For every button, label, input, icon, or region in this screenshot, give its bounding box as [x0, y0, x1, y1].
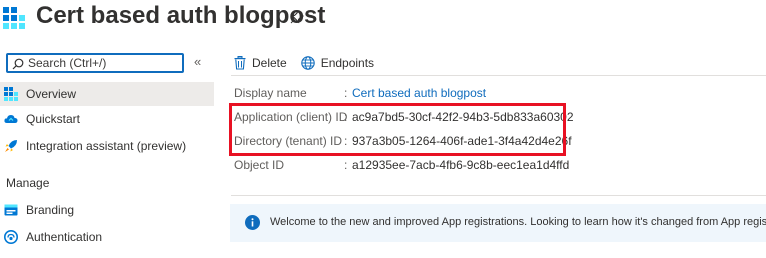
- sidebar-item-label: Overview: [26, 87, 77, 101]
- sidebar-item-label: Branding: [26, 203, 75, 217]
- sidebar-item-authentication[interactable]: Authentication: [0, 225, 214, 249]
- app-registration-icon: [3, 7, 25, 29]
- endpoints-label: Endpoints: [320, 56, 375, 70]
- endpoints-button[interactable]: Endpoints: [300, 56, 375, 70]
- trash-icon: [234, 56, 246, 70]
- essentials-key: Object ID: [234, 158, 285, 172]
- sidebar-item-label: Integration assistant (preview): [26, 139, 187, 153]
- pin-icon[interactable]: [289, 9, 305, 25]
- delete-label: Delete: [252, 56, 287, 70]
- rocket-icon: [5, 140, 17, 152]
- branding-icon: [4, 204, 18, 216]
- sidebar-item-branding[interactable]: Branding: [0, 198, 214, 222]
- display-name-link[interactable]: Cert based auth blogpost: [352, 86, 486, 100]
- object-id-value[interactable]: a12935ee-7acb-4fb6-9c8b-eec1ea1d4ffd: [352, 158, 569, 172]
- essentials-divider: [231, 195, 766, 196]
- sidebar-item-label: Authentication: [26, 230, 103, 244]
- search-box[interactable]: [6, 53, 184, 73]
- essentials-separator: :: [344, 86, 348, 100]
- manage-section-label: Manage: [6, 176, 50, 190]
- page-header: Cert based auth blogpost: [0, 0, 766, 40]
- highlight-annotation-box: [229, 103, 566, 156]
- sidebar-item-label: Quickstart: [26, 112, 81, 126]
- search-input[interactable]: [28, 55, 178, 71]
- overview-grid-icon: [4, 87, 18, 101]
- toolbar-divider: [231, 75, 766, 76]
- authentication-icon: [4, 230, 18, 244]
- info-icon: [245, 215, 260, 230]
- sidebar-item-overview[interactable]: Overview: [0, 82, 214, 106]
- quickstart-cloud-icon: [4, 115, 18, 123]
- essentials-separator: :: [344, 158, 348, 172]
- sidebar-item-integration-assistant[interactable]: Integration assistant (preview): [0, 134, 214, 158]
- essentials-key: Display name: [234, 86, 307, 100]
- sidebar: « Overview Quickstart Integration assist…: [0, 48, 216, 258]
- command-bar: Delete Endpoints: [234, 53, 388, 73]
- globe-icon: [300, 56, 315, 70]
- page-title: Cert based auth blogpost: [36, 2, 326, 29]
- sidebar-item-quickstart[interactable]: Quickstart: [0, 107, 214, 131]
- collapse-sidebar-button[interactable]: «: [194, 54, 201, 69]
- search-icon: [12, 58, 24, 70]
- banner-message: Welcome to the new and improved App regi…: [270, 216, 766, 228]
- info-banner[interactable]: Welcome to the new and improved App regi…: [230, 204, 766, 242]
- delete-button[interactable]: Delete: [234, 56, 287, 70]
